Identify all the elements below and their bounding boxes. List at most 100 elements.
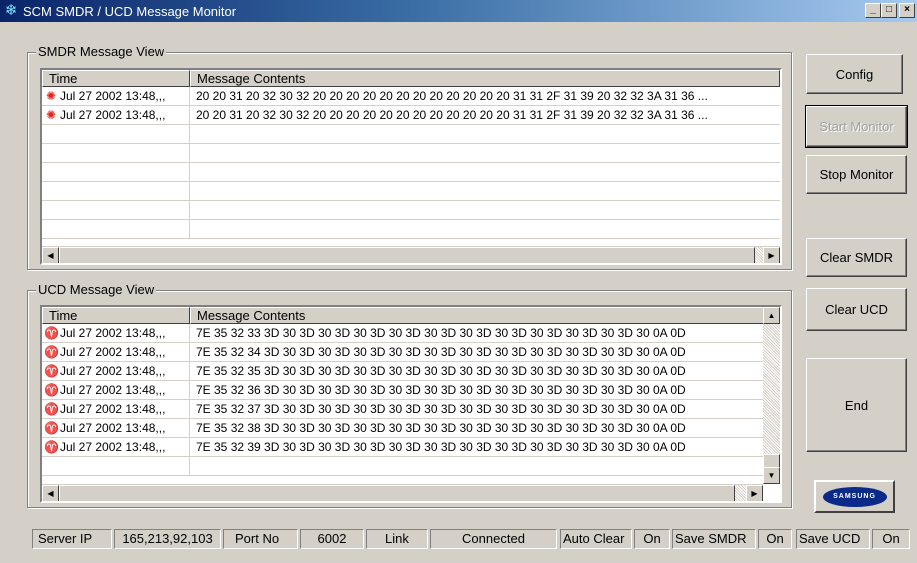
lightbulb-icon: ♈ [44,345,59,359]
lightbulb-icon: ♈ [44,326,59,340]
smdr-table-row[interactable]: ✺ Jul 27 2002 13:48,,, 20 20 31 20 32 30 3… [42,106,780,125]
port-value: 6002 [300,529,364,549]
ucd-time-cell: ♈ Jul 27 2002 13:48,,, [42,381,190,399]
smdr-table-row[interactable] [42,144,780,163]
close-button[interactable]: × [899,3,915,18]
ucd-message-cell: 7E 35 32 39 3D 30 3D 30 3D 30 3D 30 3D 3… [196,440,686,454]
ucd-table-row[interactable]: ♈ Jul 27 2002 13:48,,, 7E 35 32 36 3D 30 3… [42,381,763,400]
smdr-group-title: SMDR Message View [36,44,167,59]
smdr-table-row[interactable] [42,201,780,220]
smdr-horizontal-scrollbar[interactable]: ◀ ▶ [42,246,780,263]
status-bar: Server IP 165,213,92,103 Port No 6002 Li… [0,525,917,563]
ucd-table-row[interactable]: ♈ Jul 27 2002 13:48,,, 7E 35 32 37 3D 30 3… [42,400,763,419]
lightbulb-icon: ♈ [44,383,59,397]
window-controls: _ □ × [865,3,915,18]
smdr-message-cell: 20 20 31 20 32 30 32 20 20 20 20 20 20 2… [196,89,708,103]
smdr-time-text: Jul 27 2002 13:48,,, [60,89,166,103]
smdr-time-cell [42,163,190,181]
smdr-time-cell [42,144,190,162]
smdr-list-header: Time Message Contents [42,70,780,87]
ucd-table-row[interactable]: ♈ Jul 27 2002 13:48,,, 7E 35 32 33 3D 30 3… [42,324,763,343]
ucd-message-cell [190,457,763,475]
save-ucd-label: Save UCD [796,529,870,549]
smdr-message-cell [190,220,780,238]
smdr-time-cell [42,220,190,238]
port-label: Port No [223,529,298,549]
ucd-table-row[interactable] [42,457,763,476]
link-status-value: Connected [430,529,557,549]
ucd-time-cell [42,457,190,475]
smdr-message-cell [190,144,780,162]
stop-monitor-button[interactable]: Stop Monitor [806,155,907,194]
config-button[interactable]: Config [806,54,903,94]
ucd-time-cell: ♈ Jul 27 2002 13:48,,, [42,419,190,437]
smdr-time-cell [42,201,190,219]
smdr-time-cell [42,182,190,200]
lightbulb-icon: ♈ [44,440,59,454]
scroll-left-icon[interactable]: ◀ [42,247,59,263]
scroll-right-icon[interactable]: ▶ [746,485,763,501]
smdr-time-cell: ✺ Jul 27 2002 13:48,,, [42,106,190,124]
lightbulb-icon: ♈ [44,364,59,378]
ucd-time-cell: ♈ Jul 27 2002 13:48,,, [42,438,190,456]
ucd-message-cell: 7E 35 32 35 3D 30 3D 30 3D 30 3D 30 3D 3… [196,364,686,378]
smdr-rows: ✺ Jul 27 2002 13:48,,, 20 20 31 20 32 30 3… [42,87,780,239]
auto-clear-label: Auto Clear [560,529,632,549]
maximize-button[interactable]: □ [881,3,897,18]
smdr-table-row[interactable] [42,125,780,144]
ucd-time-cell: ♈ Jul 27 2002 13:48,,, [42,343,190,361]
scroll-right-icon[interactable]: ▶ [763,247,780,263]
sun-icon: ✺ [45,108,57,122]
smdr-scroll-thumb[interactable] [59,247,755,263]
scroll-left-icon[interactable]: ◀ [42,485,59,501]
smdr-message-cell [190,125,780,143]
minimize-button[interactable]: _ [865,3,881,18]
scroll-down-icon[interactable]: ▼ [763,467,780,484]
ucd-message-cell: 7E 35 32 36 3D 30 3D 30 3D 30 3D 30 3D 3… [196,383,686,397]
smdr-time-cell: ✺ Jul 27 2002 13:48,,, [42,87,190,105]
auto-clear-value: On [634,529,670,549]
smdr-list-view[interactable]: Time Message Contents ✺ Jul 27 2002 13:48… [40,68,782,265]
smdr-table-row[interactable] [42,220,780,239]
ucd-time-text: Jul 27 2002 13:48,,, [60,421,166,435]
ucd-group-title: UCD Message View [36,282,157,297]
smdr-column-message[interactable]: Message Contents [190,70,780,87]
ucd-table-row[interactable]: ♈ Jul 27 2002 13:48,,, 7E 35 32 39 3D 30 3… [42,438,763,457]
scroll-up-icon[interactable]: ▲ [763,307,780,324]
smdr-message-cell [190,182,780,200]
ucd-rows: ♈ Jul 27 2002 13:48,,, 7E 35 32 33 3D 30 3… [42,324,763,476]
ucd-message-cell: 7E 35 32 38 3D 30 3D 30 3D 30 3D 30 3D 3… [196,421,686,435]
start-monitor-button[interactable]: Start Monitor [805,105,908,148]
ucd-time-text: Jul 27 2002 13:48,,, [60,326,166,340]
ucd-column-message[interactable]: Message Contents [190,307,780,324]
clear-ucd-button[interactable]: Clear UCD [806,288,907,331]
ucd-horizontal-scrollbar[interactable]: ◀ ▶ [42,484,763,501]
smdr-message-cell: 20 20 31 20 32 30 32 20 20 20 20 20 20 2… [196,108,708,122]
ucd-vertical-scrollbar[interactable]: ▲ ▼ [763,307,780,484]
title-bar[interactable]: ❄ SCM SMDR / UCD Message Monitor _ □ × [0,0,917,22]
ucd-time-text: Jul 27 2002 13:48,,, [60,364,166,378]
ucd-list-header: Time Message Contents [42,307,780,324]
ucd-table-row[interactable]: ♈ Jul 27 2002 13:48,,, 7E 35 32 34 3D 30 3… [42,343,763,362]
ucd-hscroll-thumb[interactable] [59,485,735,501]
clear-smdr-button[interactable]: Clear SMDR [806,238,907,277]
lightbulb-icon: ♈ [44,402,59,416]
ucd-message-cell: 7E 35 32 33 3D 30 3D 30 3D 30 3D 30 3D 3… [196,326,686,340]
smdr-column-time[interactable]: Time [42,70,190,87]
lightbulb-icon: ♈ [44,421,59,435]
smdr-time-cell [42,125,190,143]
end-button[interactable]: End [806,358,907,452]
ucd-table-row[interactable]: ♈ Jul 27 2002 13:48,,, 7E 35 32 38 3D 30 3… [42,419,763,438]
save-smdr-label: Save SMDR [672,529,756,549]
ucd-time-text: Jul 27 2002 13:48,,, [60,440,166,454]
smdr-table-row[interactable]: ✺ Jul 27 2002 13:48,,, 20 20 31 20 32 30 3… [42,87,780,106]
ucd-time-text: Jul 27 2002 13:48,,, [60,345,166,359]
ucd-column-time[interactable]: Time [42,307,190,324]
ucd-table-row[interactable]: ♈ Jul 27 2002 13:48,,, 7E 35 32 35 3D 30 3… [42,362,763,381]
ucd-message-cell: 7E 35 32 34 3D 30 3D 30 3D 30 3D 30 3D 3… [196,345,686,359]
smdr-table-row[interactable] [42,182,780,201]
smdr-table-row[interactable] [42,163,780,182]
samsung-logo-oval: SAMSUNG [822,486,887,507]
smdr-message-cell [190,163,780,181]
ucd-list-view[interactable]: Time Message Contents ♈ Jul 27 2002 13:48… [40,305,782,503]
